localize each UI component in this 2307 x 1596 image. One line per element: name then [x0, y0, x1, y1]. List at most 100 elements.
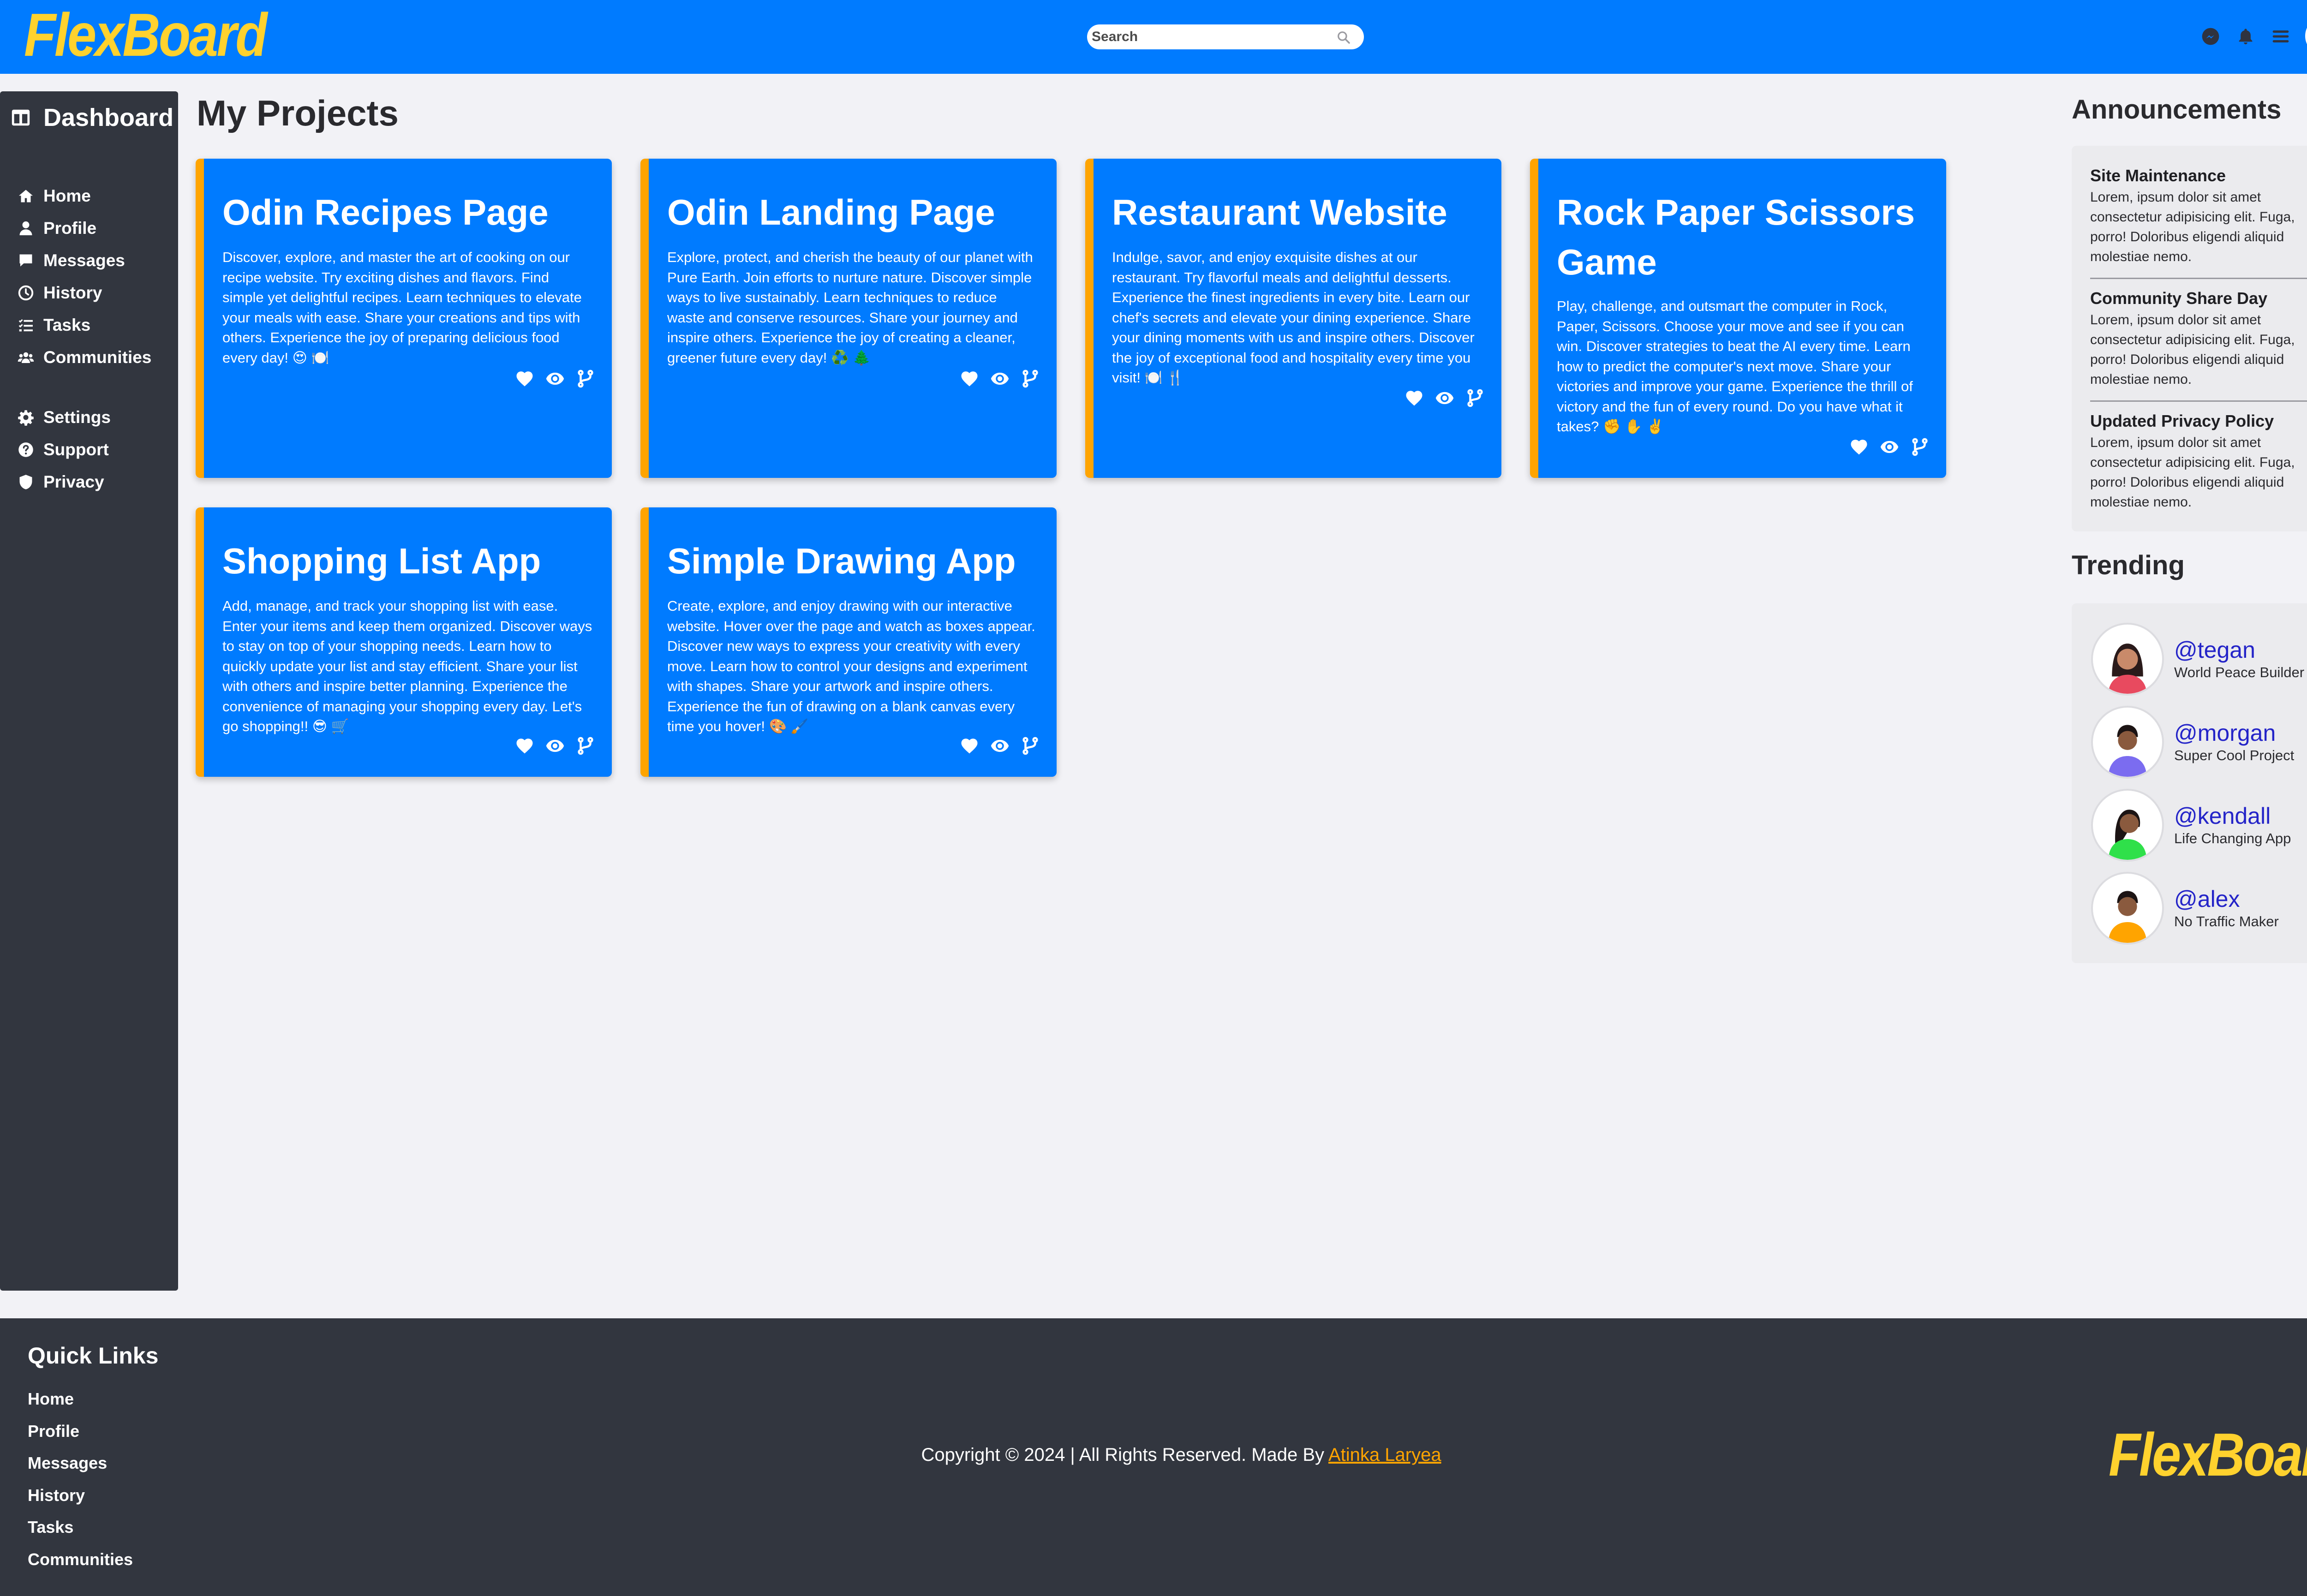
bell-icon[interactable]: [2236, 27, 2255, 46]
sidebar-item-profile[interactable]: Profile: [18, 212, 151, 244]
sidebar-item-tasks[interactable]: Tasks: [18, 309, 151, 341]
project-card[interactable]: Simple Drawing App Create, explore, and …: [640, 507, 1057, 777]
project-card[interactable]: Restaurant Website Indulge, savor, and e…: [1085, 159, 1501, 478]
project-actions: [515, 736, 595, 756]
heart-icon[interactable]: [1405, 388, 1424, 408]
announcements-title: Announcements: [2072, 95, 2282, 125]
footer-logo[interactable]: FlexBoard: [2109, 1420, 2307, 1489]
sidebar-item-communities[interactable]: Communities: [18, 341, 151, 374]
message-icon: [19, 254, 32, 267]
trending-item[interactable]: @morgan Super Cool Project: [2091, 706, 2294, 779]
heart-icon[interactable]: [515, 369, 534, 388]
avatar[interactable]: [2091, 872, 2164, 945]
sidebar-title-label: Dashboard: [43, 104, 174, 131]
trending-project: World Peace Builder: [2174, 664, 2305, 680]
trending-handle[interactable]: @alex: [2174, 886, 2279, 912]
logo[interactable]: FlexBoard: [24, 0, 268, 74]
search-bar[interactable]: [1087, 24, 1364, 49]
heart-icon[interactable]: [515, 736, 534, 756]
trending-item[interactable]: @alex No Traffic Maker: [2091, 872, 2279, 945]
project-card[interactable]: Odin Landing Page Explore, protect, and …: [640, 159, 1057, 478]
trending-item[interactable]: @kendall Life Changing App: [2091, 789, 2291, 862]
project-actions: [960, 369, 1040, 388]
sidebar-item-label: Profile: [43, 219, 97, 238]
trending-handle[interactable]: @tegan: [2174, 637, 2304, 663]
author-link[interactable]: Atinka Laryea: [1328, 1445, 1441, 1465]
project-actions: [1849, 437, 1930, 457]
messenger-icon[interactable]: [2201, 27, 2220, 46]
announcement-body: Lorem, ipsum dolor sit amet consectetur …: [2090, 435, 2295, 510]
sidebar-item-home[interactable]: Home: [18, 180, 151, 212]
sidebar-item-label: Tasks: [43, 316, 91, 334]
project-description: Explore, protect, and cherish the beauty…: [667, 249, 1033, 366]
quick-link-tasks[interactable]: Tasks: [28, 1516, 133, 1548]
quick-links-list: Home Profile Messages History Tasks Comm…: [28, 1388, 133, 1580]
fork-icon[interactable]: [576, 369, 595, 388]
home-icon: [19, 190, 33, 202]
announcement-title: Updated Privacy Policy: [2090, 411, 2274, 430]
search-input[interactable]: [1092, 24, 1322, 49]
eye-icon[interactable]: [990, 369, 1010, 388]
project-actions: [1405, 388, 1485, 408]
project-card[interactable]: Rock Paper Scissors Game Play, challenge…: [1530, 159, 1946, 478]
project-card[interactable]: Odin Recipes Page Discover, explore, and…: [196, 159, 612, 478]
eye-icon[interactable]: [545, 369, 565, 388]
quick-links-title: Quick Links: [28, 1343, 159, 1369]
user-icon: [19, 221, 32, 235]
top-header: FlexBoard: [0, 0, 2307, 74]
announcement-body: Lorem, ipsum dolor sit amet consectetur …: [2090, 190, 2295, 264]
project-title[interactable]: Odin Recipes Page: [222, 187, 598, 237]
avatar[interactable]: [2091, 706, 2164, 779]
sidebar-item-label: History: [43, 283, 102, 302]
fork-icon[interactable]: [1021, 369, 1040, 388]
eye-icon[interactable]: [990, 736, 1010, 756]
trending-item[interactable]: @tegan World Peace Builder: [2091, 623, 2304, 696]
sidebar-item-messages[interactable]: Messages: [18, 244, 151, 277]
dashboard-icon: [12, 109, 30, 126]
trending-panel: @tegan World Peace Builder @morgan Super…: [2072, 603, 2307, 963]
fork-icon[interactable]: [1465, 388, 1485, 408]
sidebar-item-history[interactable]: History: [18, 277, 151, 309]
quick-link-home[interactable]: Home: [28, 1388, 133, 1420]
search-icon[interactable]: [1336, 30, 1351, 45]
project-title[interactable]: Simple Drawing App: [667, 536, 1043, 586]
sidebar: Dashboard Home Profile Messages History …: [0, 91, 178, 1291]
sidebar-item-privacy[interactable]: Privacy: [18, 466, 151, 498]
trending-project: Life Changing App: [2174, 830, 2291, 846]
users-icon: [18, 352, 34, 363]
sidebar-item-support[interactable]: Support: [18, 434, 151, 466]
tasks-icon: [18, 319, 33, 332]
sidebar-nav: Home Profile Messages History Tasks Comm…: [18, 180, 151, 498]
eye-icon[interactable]: [1435, 388, 1454, 408]
avatar[interactable]: [2091, 623, 2164, 696]
eye-icon[interactable]: [545, 736, 565, 756]
gear-icon: [18, 410, 34, 426]
avatar[interactable]: [2091, 789, 2164, 862]
user-avatar[interactable]: [2305, 17, 2307, 55]
project-description: Create, explore, and enjoy drawing with …: [667, 598, 1035, 734]
heart-icon[interactable]: [960, 369, 979, 388]
project-card[interactable]: Shopping List App Add, manage, and track…: [196, 507, 612, 777]
project-title[interactable]: Shopping List App: [222, 536, 598, 586]
project-title[interactable]: Rock Paper Scissors Game: [1557, 187, 1932, 287]
announcement-item: Updated Privacy Policy Lorem, ipsum dolo…: [2090, 411, 2307, 512]
quick-link-communities[interactable]: Communities: [28, 1548, 133, 1580]
project-title[interactable]: Restaurant Website: [1112, 187, 1488, 237]
heart-icon[interactable]: [1849, 437, 1869, 457]
sidebar-title[interactable]: Dashboard: [10, 103, 173, 132]
fork-icon[interactable]: [576, 736, 595, 756]
sidebar-item-settings[interactable]: Settings: [18, 401, 151, 434]
menu-icon[interactable]: [2271, 27, 2290, 46]
trending-handle[interactable]: @kendall: [2174, 803, 2291, 829]
project-actions: [960, 736, 1040, 756]
eye-icon[interactable]: [1880, 437, 1899, 457]
announcement-title: Community Share Day: [2090, 289, 2268, 308]
quick-link-history[interactable]: History: [28, 1484, 133, 1516]
trending-handle[interactable]: @morgan: [2174, 720, 2294, 746]
sidebar-item-label: Messages: [43, 251, 125, 270]
fork-icon[interactable]: [1021, 736, 1040, 756]
project-title[interactable]: Odin Landing Page: [667, 187, 1043, 237]
heart-icon[interactable]: [960, 736, 979, 756]
announcements-panel: Site Maintenance Lorem, ipsum dolor sit …: [2072, 146, 2307, 531]
fork-icon[interactable]: [1910, 437, 1930, 457]
